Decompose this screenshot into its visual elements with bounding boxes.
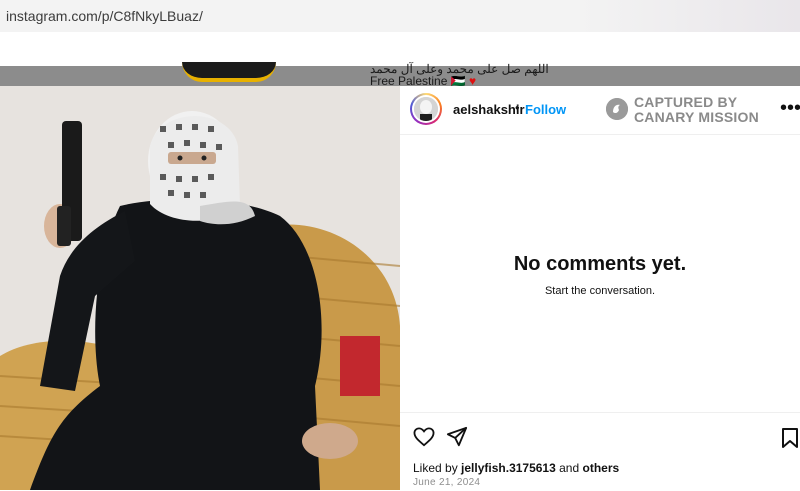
- browser-address-bar[interactable]: instagram.com/p/C8fNkyLBuaz/: [0, 0, 800, 32]
- empty-comments-title: No comments yet.: [513, 253, 687, 275]
- liked-by-user-link[interactable]: jellyfish.3175613: [461, 461, 556, 475]
- avatar-figure: [414, 97, 438, 121]
- more-options-icon[interactable]: •••: [780, 98, 800, 118]
- liked-by-and: and: [559, 461, 580, 475]
- bookmark-icon: [782, 428, 798, 448]
- bookmark-save-icon[interactable]: [781, 427, 799, 449]
- liked-by-others-link[interactable]: others: [583, 461, 620, 475]
- background-logo: [182, 62, 276, 82]
- username-link[interactable]: aelshakshir: [453, 102, 525, 117]
- canary-mission-watermark: CAPTURED BY CANARY MISSION: [605, 94, 765, 126]
- post-header: aelshakshir • Follow CAPTURED BY CANARY …: [400, 86, 800, 135]
- follow-button[interactable]: Follow: [525, 102, 566, 117]
- post-actions: Liked by jellyfish.3175613 and others Ju…: [400, 412, 800, 491]
- liked-by-prefix: Liked by: [413, 461, 458, 475]
- canary-bird-icon: [606, 98, 628, 120]
- heart-outline-icon: [413, 427, 435, 447]
- page-background-top: [0, 32, 800, 66]
- share-send-icon[interactable]: [446, 426, 468, 448]
- avatar-photo: [414, 97, 438, 121]
- separator-dot: •: [515, 100, 520, 115]
- address-bar-fade: [580, 0, 800, 32]
- background-profile-strip: اللهم صل على محمد وعلى آل محمد Free Pale…: [0, 62, 800, 88]
- liked-by-line: Liked by jellyfish.3175613 and others: [413, 461, 619, 475]
- avatar[interactable]: [410, 93, 442, 125]
- post-side-panel: aelshakshir • Follow CAPTURED BY CANARY …: [400, 86, 800, 490]
- like-heart-icon[interactable]: [413, 427, 435, 447]
- watermark-line-1: CAPTURED BY: [634, 94, 738, 110]
- canary-logo-icon: [606, 98, 628, 120]
- post-image: [0, 86, 400, 490]
- paper-plane-icon: [446, 426, 468, 447]
- post-date[interactable]: June 21, 2024: [413, 477, 480, 488]
- post-photo-illustration: [0, 86, 400, 490]
- empty-comments-subtitle: Start the conversation.: [544, 285, 656, 297]
- watermark-line-2: CANARY MISSION: [634, 109, 759, 125]
- url-text[interactable]: instagram.com/p/C8fNkyLBuaz/: [6, 8, 203, 24]
